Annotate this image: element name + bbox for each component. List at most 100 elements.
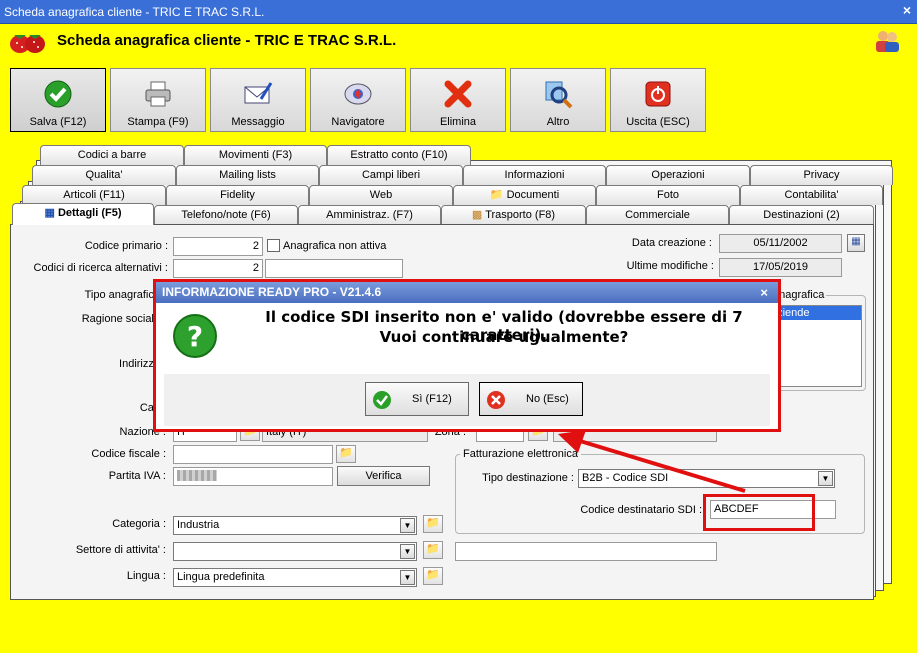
codici-ricerca-input-2[interactable] bbox=[265, 259, 403, 278]
tab-campi-liberi[interactable]: Campi liberi bbox=[319, 165, 463, 185]
chevron-down-icon[interactable]: ▼ bbox=[400, 570, 415, 585]
codice-sdi-label: Codice destinatario SDI : bbox=[580, 504, 702, 516]
tab-foto[interactable]: Foto bbox=[596, 185, 740, 205]
tab-trasporto[interactable]: ▩ Trasporto (F8) bbox=[441, 205, 586, 225]
tab-telefono-note[interactable]: Telefono/note (F6) bbox=[154, 205, 298, 225]
tab-amministrazione[interactable]: Amministraz. (F7) bbox=[298, 205, 441, 225]
chevron-down-icon[interactable]: ▼ bbox=[400, 544, 415, 559]
categoria-select[interactable]: Industria ▼ bbox=[173, 516, 417, 535]
tab-movimenti[interactable]: Movimenti (F3) bbox=[184, 145, 327, 165]
tab-dettagli[interactable]: ▦ Dettagli (F5) bbox=[12, 203, 154, 225]
tipo-anagrafica-label: Tipo anagrafica bbox=[84, 289, 160, 301]
lingua-value: Lingua predefinita bbox=[177, 571, 265, 583]
window-title: Scheda anagrafica cliente - TRIC E TRAC … bbox=[4, 5, 265, 19]
window-close-button[interactable]: × bbox=[903, 2, 911, 18]
categoria-folder-icon[interactable]: 📁 bbox=[423, 515, 443, 533]
data-creazione-label: Data creazione : bbox=[631, 237, 712, 249]
message-label: Messaggio bbox=[231, 116, 285, 128]
dialog-body: ? Il codice SDI inserito non e' valido (… bbox=[164, 304, 770, 374]
page-header: Scheda anagrafica cliente - TRIC E TRAC … bbox=[0, 24, 917, 62]
magnifier-icon bbox=[545, 81, 573, 109]
tab-codici-a-barre[interactable]: Codici a barre bbox=[40, 145, 184, 165]
redacted-value bbox=[177, 470, 217, 481]
save-button[interactable]: Salva (F12) bbox=[10, 68, 106, 132]
partita-iva-input[interactable] bbox=[173, 467, 333, 486]
tab-commerciale[interactable]: Commerciale bbox=[586, 205, 729, 225]
lingua-folder-icon[interactable]: 📁 bbox=[423, 567, 443, 585]
dialog-no-button[interactable]: No (Esc) bbox=[479, 382, 583, 416]
cap-label: Cap bbox=[139, 402, 160, 414]
codice-fiscale-input[interactable] bbox=[173, 445, 333, 464]
dialog-yes-button[interactable]: Sì (F12) bbox=[365, 382, 469, 416]
chevron-down-icon[interactable]: ▼ bbox=[818, 471, 833, 486]
tab-articoli[interactable]: Articoli (F11) bbox=[22, 185, 166, 205]
users-icon[interactable] bbox=[873, 29, 901, 53]
tab-estratto-conto[interactable]: Estratto conto (F10) bbox=[327, 145, 471, 165]
calendar-view-icon[interactable]: ▦ bbox=[847, 234, 865, 252]
list-item[interactable]: O bbox=[767, 320, 861, 334]
verifica-button[interactable]: Verifica bbox=[337, 466, 430, 486]
sdi-warning-dialog: INFORMAZIONE READY PRO - V21.4.6 × ? Il … bbox=[153, 279, 781, 432]
data-creazione-field: 05/11/2002 bbox=[719, 234, 842, 253]
codice-primario-input[interactable]: 2 bbox=[173, 237, 263, 256]
dialog-title: INFORMAZIONE READY PRO - V21.4.6 bbox=[156, 282, 778, 303]
codice-fiscale-folder-icon[interactable]: 📁 bbox=[336, 445, 356, 463]
print-label: Stampa (F9) bbox=[127, 116, 189, 128]
tab-trasporto-label: Trasporto (F8) bbox=[485, 209, 556, 221]
tab-destinazioni[interactable]: Destinazioni (2) bbox=[729, 205, 874, 225]
envelope-pen-icon bbox=[244, 82, 273, 104]
question-icon: ? bbox=[173, 314, 217, 358]
codici-ricerca-input[interactable]: 2 bbox=[173, 259, 263, 278]
compass-icon bbox=[344, 83, 372, 105]
save-label: Salva (F12) bbox=[29, 116, 87, 128]
tab-qualita[interactable]: Qualita' bbox=[32, 165, 176, 185]
page-title: Scheda anagrafica cliente - TRIC E TRAC … bbox=[57, 32, 397, 49]
ultime-modifiche-label: Ultime modifiche : bbox=[626, 260, 714, 272]
tab-informazioni[interactable]: Informazioni bbox=[463, 165, 606, 185]
tab-documenti[interactable]: 📁 Documenti bbox=[453, 185, 596, 205]
tab-fidelity[interactable]: Fidelity bbox=[166, 185, 309, 205]
tab-operazioni[interactable]: Operazioni bbox=[606, 165, 750, 185]
codice-fiscale-label: Codice fiscale : bbox=[91, 448, 166, 460]
codici-ricerca-label: Codici di ricerca alternativi : bbox=[33, 262, 169, 274]
exit-label: Uscita (ESC) bbox=[626, 116, 690, 128]
codice-primario-label: Codice primario : bbox=[84, 240, 168, 252]
exit-button[interactable]: Uscita (ESC) bbox=[610, 68, 706, 132]
anagrafica-non-attiva-label: Anagrafica non attiva bbox=[283, 240, 387, 252]
tab-privacy[interactable]: Privacy bbox=[750, 165, 893, 185]
categoria-label: Categoria : bbox=[112, 518, 166, 530]
settore-select[interactable]: ▼ bbox=[173, 542, 417, 561]
check-icon bbox=[373, 391, 391, 409]
navigator-button[interactable]: Navigatore bbox=[310, 68, 406, 132]
delete-button[interactable]: Elimina bbox=[410, 68, 506, 132]
list-item[interactable]: aziende bbox=[767, 306, 861, 320]
other-button[interactable]: Altro bbox=[510, 68, 606, 132]
nazione-label: Nazione : bbox=[119, 426, 166, 438]
anagrafica-non-attiva-checkbox[interactable] bbox=[267, 239, 280, 252]
svg-text:?: ? bbox=[187, 320, 203, 353]
dialog-no-label: No (Esc) bbox=[526, 393, 569, 405]
lingua-select[interactable]: Lingua predefinita ▼ bbox=[173, 568, 417, 587]
settore-detail-input[interactable] bbox=[455, 542, 717, 561]
check-icon bbox=[44, 80, 72, 108]
dialog-close-button[interactable]: × bbox=[760, 282, 768, 303]
dialog-title-text: INFORMAZIONE READY PRO - V21.4.6 bbox=[162, 285, 382, 299]
dialog-message-line2: Vuoi continuare ugualmente? bbox=[379, 328, 629, 346]
navigator-label: Navigatore bbox=[331, 116, 385, 128]
tab-mailing-lists[interactable]: Mailing lists bbox=[176, 165, 319, 185]
lingua-label: Lingua : bbox=[126, 570, 166, 582]
settore-label: Settore di attivita' : bbox=[75, 544, 166, 556]
partita-iva-label: Partita IVA : bbox=[108, 470, 166, 482]
message-button[interactable]: Messaggio bbox=[210, 68, 306, 132]
chevron-down-icon[interactable]: ▼ bbox=[400, 518, 415, 533]
folder-icon: 📁 bbox=[489, 189, 504, 201]
tab-documenti-label: Documenti bbox=[506, 189, 560, 201]
delete-label: Elimina bbox=[439, 116, 477, 128]
indirizzo-label: Indirizzo bbox=[119, 358, 160, 370]
print-button[interactable]: Stampa (F9) bbox=[110, 68, 206, 132]
settore-folder-icon[interactable]: 📁 bbox=[423, 541, 443, 559]
tab-contabilita[interactable]: Contabilita' bbox=[740, 185, 883, 205]
tab-web[interactable]: Web bbox=[309, 185, 453, 205]
tab-dettagli-label: Dettagli (F5) bbox=[57, 207, 122, 219]
truck-icon: ▩ bbox=[471, 209, 483, 221]
